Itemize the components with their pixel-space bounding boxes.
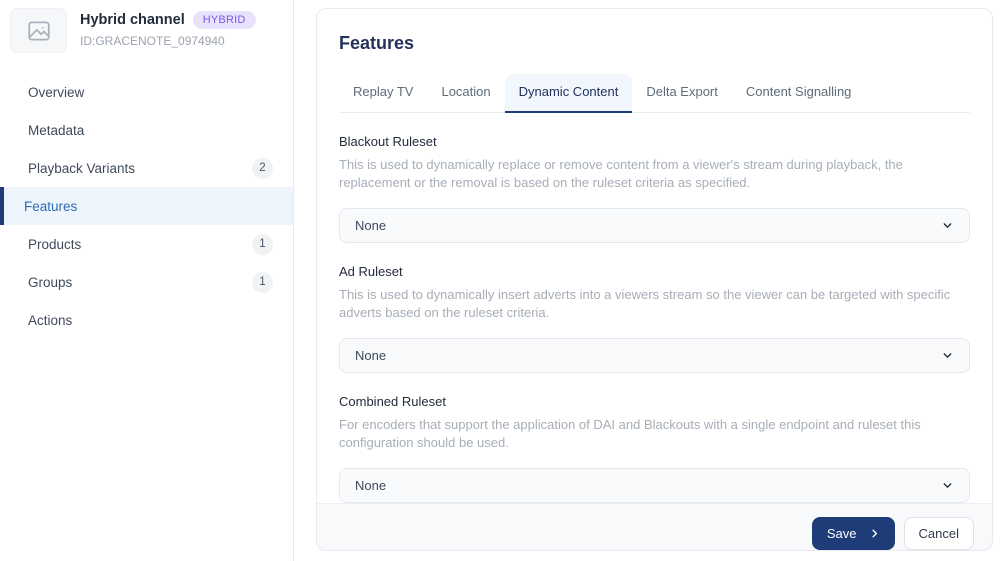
sidebar-item-metadata[interactable]: Metadata — [0, 111, 293, 149]
sidebar-item-label: Metadata — [28, 123, 84, 138]
channel-meta: Hybrid channel HYBRID ID:GRACENOTE_09749… — [80, 8, 256, 48]
cancel-button[interactable]: Cancel — [904, 517, 974, 550]
sidebar-item-playback-variants[interactable]: Playback Variants 2 — [0, 149, 293, 187]
channel-thumbnail-placeholder — [10, 8, 67, 53]
tab-delta-export[interactable]: Delta Export — [632, 74, 732, 113]
count-badge: 2 — [252, 158, 273, 179]
channel-header: Hybrid channel HYBRID ID:GRACENOTE_09749… — [0, 0, 293, 59]
ad-ruleset-section: Ad Ruleset This is used to dynamically i… — [339, 264, 970, 373]
combined-ruleset-select[interactable]: None — [339, 468, 970, 503]
tab-dynamic-content[interactable]: Dynamic Content — [505, 74, 633, 113]
blackout-ruleset-value: None — [355, 218, 386, 233]
combined-ruleset-description: For encoders that support the applicatio… — [339, 416, 970, 451]
page-title: Features — [339, 33, 970, 54]
combined-ruleset-value: None — [355, 478, 386, 493]
blackout-ruleset-section: Blackout Ruleset This is used to dynamic… — [339, 134, 970, 243]
save-button-label: Save — [827, 526, 857, 541]
chevron-right-icon — [869, 528, 880, 539]
ad-ruleset-description: This is used to dynamically insert adver… — [339, 286, 970, 321]
image-placeholder-icon — [26, 18, 52, 44]
sidebar-item-label: Features — [24, 199, 77, 214]
blackout-ruleset-description: This is used to dynamically replace or r… — [339, 156, 970, 191]
sidebar-item-actions[interactable]: Actions — [0, 301, 293, 339]
ad-ruleset-select[interactable]: None — [339, 338, 970, 373]
features-tabs: Replay TV Location Dynamic Content Delta… — [339, 74, 970, 113]
sidebar-nav: Overview Metadata Playback Variants 2 Fe… — [0, 73, 293, 339]
sidebar-item-features[interactable]: Features — [0, 187, 293, 225]
sidebar-item-label: Actions — [28, 313, 72, 328]
blackout-ruleset-label: Blackout Ruleset — [339, 134, 970, 149]
channel-title: Hybrid channel — [80, 12, 185, 28]
tab-content-signalling[interactable]: Content Signalling — [732, 74, 866, 113]
chevron-down-icon — [941, 349, 954, 362]
sidebar: Hybrid channel HYBRID ID:GRACENOTE_09749… — [0, 0, 294, 561]
blackout-ruleset-select[interactable]: None — [339, 208, 970, 243]
card-footer: Save Cancel — [317, 503, 992, 551]
tab-location[interactable]: Location — [427, 74, 504, 113]
combined-ruleset-section: Combined Ruleset For encoders that suppo… — [339, 394, 970, 503]
count-badge: 1 — [252, 272, 273, 293]
channel-type-badge: HYBRID — [193, 11, 256, 29]
chevron-down-icon — [941, 479, 954, 492]
count-badge: 1 — [252, 234, 273, 255]
features-card: Features Replay TV Location Dynamic Cont… — [316, 8, 993, 551]
sidebar-item-label: Products — [28, 237, 81, 252]
save-button[interactable]: Save — [812, 517, 895, 550]
chevron-down-icon — [941, 219, 954, 232]
ad-ruleset-label: Ad Ruleset — [339, 264, 970, 279]
main-area: Features Replay TV Location Dynamic Cont… — [294, 0, 1003, 561]
combined-ruleset-label: Combined Ruleset — [339, 394, 970, 409]
sidebar-item-label: Overview — [28, 85, 84, 100]
sidebar-item-products[interactable]: Products 1 — [0, 225, 293, 263]
sidebar-item-label: Playback Variants — [28, 161, 135, 176]
sidebar-item-label: Groups — [28, 275, 72, 290]
ad-ruleset-value: None — [355, 348, 386, 363]
tab-replay-tv[interactable]: Replay TV — [339, 74, 427, 113]
channel-id: ID:GRACENOTE_0974940 — [80, 34, 256, 48]
sidebar-item-overview[interactable]: Overview — [0, 73, 293, 111]
sidebar-item-groups[interactable]: Groups 1 — [0, 263, 293, 301]
